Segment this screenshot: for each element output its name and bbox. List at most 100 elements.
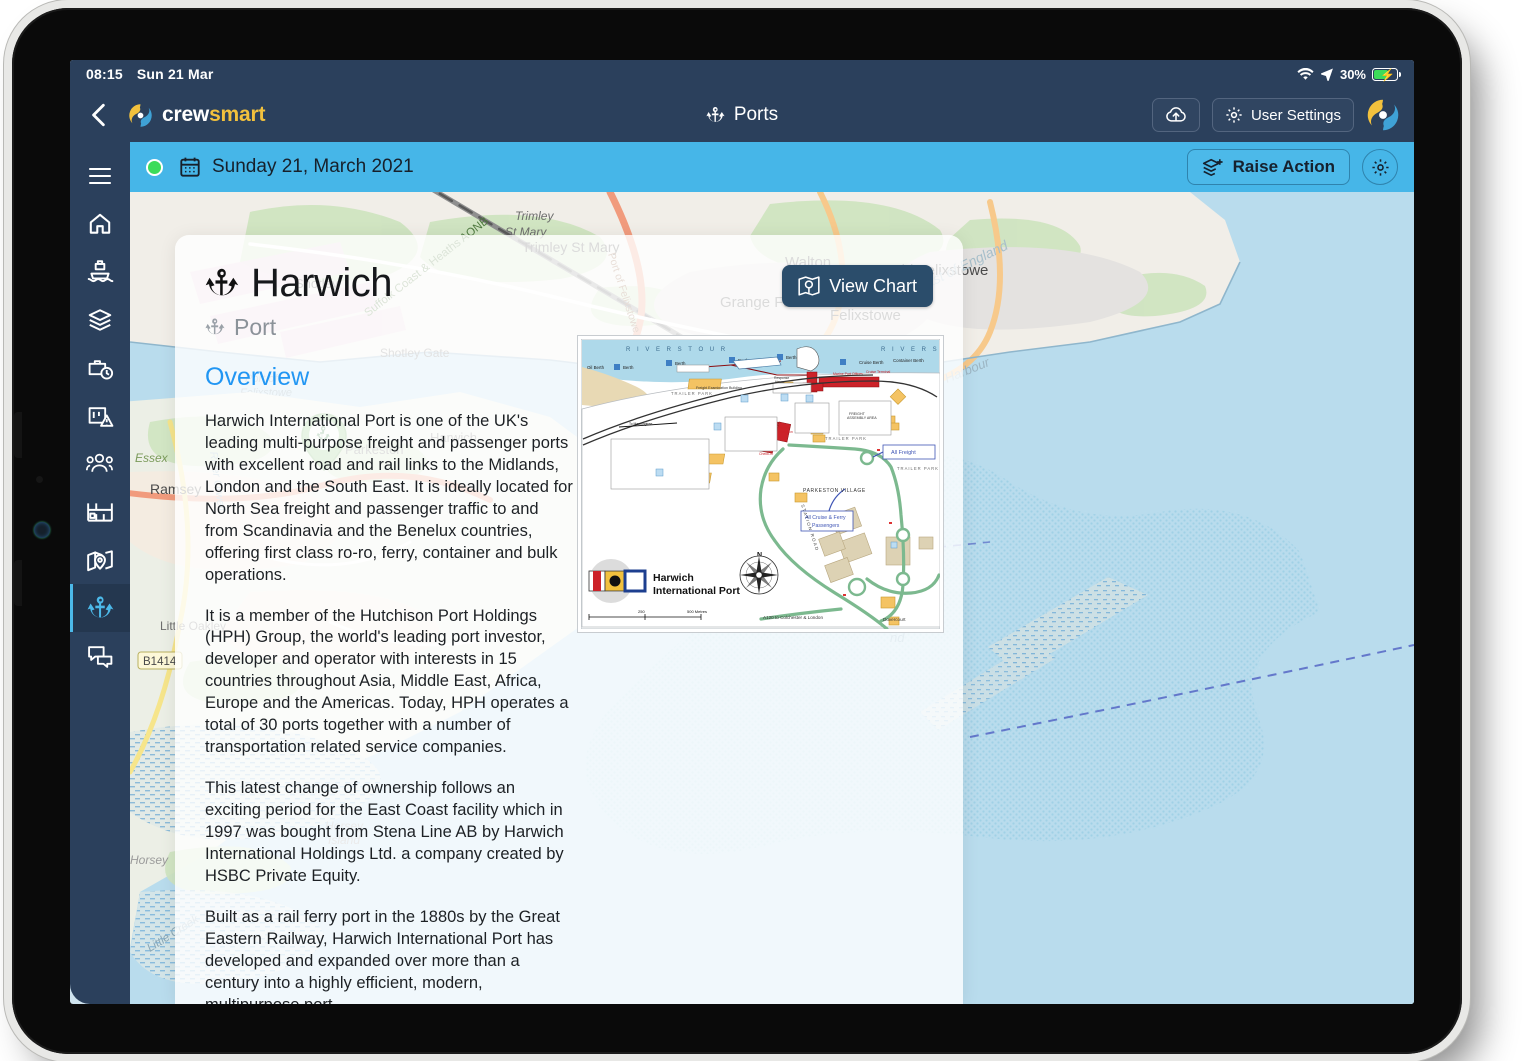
svg-text:Cruise Berth: Cruise Berth bbox=[859, 360, 884, 365]
svg-text:Dovercourt: Dovercourt bbox=[883, 617, 906, 622]
sidebar-item-jobs[interactable] bbox=[70, 344, 130, 392]
svg-text:TRAILER PARK: TRAILER PARK bbox=[825, 436, 867, 441]
sidebar-item-ports[interactable] bbox=[70, 584, 130, 632]
volume-down-button[interactable] bbox=[14, 560, 22, 606]
svg-text:Freight Examination Building: Freight Examination Building bbox=[696, 386, 742, 390]
user-settings-button[interactable]: User Settings bbox=[1211, 98, 1354, 132]
sidebar-item-home[interactable] bbox=[70, 200, 130, 248]
svg-text:Passengers: Passengers bbox=[812, 523, 840, 529]
raise-action-button[interactable]: Raise Action bbox=[1186, 149, 1350, 185]
port-name: Harwich bbox=[251, 261, 392, 305]
svg-text:All Cruise & Ferry: All Cruise & Ferry bbox=[805, 515, 846, 521]
cloud-upload-button[interactable] bbox=[1151, 98, 1200, 132]
sidebar-item-layers[interactable] bbox=[70, 296, 130, 344]
overview-heading: Overview bbox=[205, 363, 310, 391]
port-detail-text-column: Harwich Port Overview Harwich Internatio… bbox=[205, 261, 575, 1004]
tablet-device-frame: Trimley St Mary Trimley St Mary Walton O… bbox=[12, 8, 1462, 1054]
user-settings-label: User Settings bbox=[1250, 106, 1341, 124]
port-schematic-map[interactable]: R I V E R S T O U R R I V E R S T Oil Be… bbox=[577, 335, 944, 633]
svg-text:A120 to Colchester & London: A120 to Colchester & London bbox=[763, 615, 823, 620]
sidebar-item-vessels[interactable] bbox=[70, 248, 130, 296]
people-group-icon bbox=[85, 452, 115, 476]
port-map-title-1: Harwich bbox=[653, 572, 694, 584]
svg-text:500 Metres: 500 Metres bbox=[687, 609, 707, 614]
river-label-right: R I V E R S T bbox=[881, 347, 940, 353]
anchor-icon bbox=[205, 316, 225, 339]
overview-paragraph-4: Built as a rail ferry port in the 1880s … bbox=[205, 907, 560, 1004]
crewsmart-logo-icon bbox=[1367, 99, 1399, 131]
date-bar-actions: Raise Action bbox=[1186, 149, 1398, 185]
board-warning-icon bbox=[87, 404, 114, 429]
svg-text:Essex: Essex bbox=[135, 451, 169, 465]
sidebar-item-incidents[interactable] bbox=[70, 392, 130, 440]
chart-map-icon bbox=[798, 276, 820, 296]
hamburger-menu-icon bbox=[88, 166, 112, 186]
svg-text:PARKESTON VILLAGE: PARKESTON VILLAGE bbox=[803, 488, 866, 494]
status-bar-right: 30% ⚡ bbox=[1297, 67, 1402, 82]
svg-text:TRAILER PARK: TRAILER PARK bbox=[671, 391, 713, 396]
date-bar: Sunday 21, March 2021 Raise Action bbox=[130, 142, 1414, 192]
port-map-title-2: International Port bbox=[653, 585, 740, 597]
cloud-upload-icon bbox=[1165, 106, 1187, 124]
location-arrow-icon bbox=[1320, 68, 1334, 81]
gear-icon bbox=[1225, 106, 1243, 124]
sidebar-item-crew[interactable] bbox=[70, 440, 130, 488]
svg-text:Check-in: Check-in bbox=[759, 452, 773, 456]
raise-action-layers-icon bbox=[1202, 157, 1224, 177]
svg-text:B1414: B1414 bbox=[143, 656, 177, 668]
gear-icon bbox=[1371, 158, 1390, 177]
app-logo-button[interactable] bbox=[1366, 98, 1400, 132]
back-button[interactable] bbox=[84, 100, 114, 130]
overview-paragraph-3: This latest change of ownership follows … bbox=[205, 779, 564, 885]
left-sidebar bbox=[70, 142, 130, 1004]
river-label-left: R I V E R S T O U R bbox=[626, 347, 728, 353]
microphone-icon bbox=[36, 476, 43, 483]
svg-text:Terminal: Terminal bbox=[839, 377, 852, 381]
current-date: Sunday 21, March 2021 bbox=[212, 156, 414, 177]
status-bar-left: 08:15 Sun 21 Mar bbox=[86, 66, 214, 82]
ship-icon bbox=[86, 259, 114, 285]
date-bar-settings-button[interactable] bbox=[1362, 149, 1398, 185]
status-time: 08:15 bbox=[86, 66, 123, 82]
layers-icon bbox=[87, 307, 113, 333]
sidebar-item-menu[interactable] bbox=[70, 152, 130, 200]
svg-text:250: 250 bbox=[638, 609, 645, 614]
page-title: Harwich bbox=[205, 261, 575, 306]
svg-text:TRAILER PARK: TRAILER PARK bbox=[897, 466, 939, 471]
sidebar-item-company[interactable] bbox=[70, 488, 130, 536]
overview-paragraph-1: Harwich International Port is one of the… bbox=[205, 412, 573, 584]
status-date: Sun 21 Mar bbox=[136, 66, 214, 82]
svg-text:Container Berth: Container Berth bbox=[893, 358, 924, 363]
sidebar-item-voyages[interactable] bbox=[70, 536, 130, 584]
view-chart-button[interactable]: View Chart bbox=[782, 265, 933, 307]
top-navigation-bar: crewsmart Ports User Settings bbox=[70, 88, 1414, 142]
building-icon bbox=[86, 500, 114, 524]
svg-text:Horsey: Horsey bbox=[130, 853, 169, 867]
raise-action-label: Raise Action bbox=[1232, 157, 1335, 176]
port-type-label: Port bbox=[234, 314, 277, 340]
top-nav-actions: User Settings bbox=[1151, 98, 1400, 132]
svg-text:Cruise Terminal: Cruise Terminal bbox=[866, 370, 890, 374]
brand-text: crewsmart bbox=[162, 103, 265, 127]
back-chevron-icon bbox=[92, 103, 105, 127]
sidebar-item-messages[interactable] bbox=[70, 632, 130, 680]
anchor-icon bbox=[205, 264, 239, 304]
brand-logo[interactable]: crewsmart bbox=[128, 103, 265, 128]
svg-text:Berth: Berth bbox=[786, 355, 797, 360]
map-pin-icon bbox=[86, 548, 114, 573]
overview-paragraph-2: It is a member of the Hutchison Port Hol… bbox=[205, 606, 569, 757]
volume-up-button[interactable] bbox=[14, 412, 22, 458]
nav-title-text: Ports bbox=[733, 104, 779, 125]
svg-text:Oil Berth: Oil Berth bbox=[587, 365, 605, 370]
port-detail-panel: Harwich Port Overview Harwich Internatio… bbox=[175, 235, 963, 1004]
wifi-icon bbox=[1297, 67, 1314, 81]
anchor-icon bbox=[706, 105, 725, 126]
ios-status-bar: 08:15 Sun 21 Mar 30% ⚡ bbox=[70, 60, 1414, 88]
calendar-icon bbox=[179, 156, 201, 178]
status-indicator-dot bbox=[146, 158, 163, 176]
tablet-screen: Trimley St Mary Trimley St Mary Walton O… bbox=[70, 60, 1414, 1004]
view-chart-label: View Chart bbox=[829, 275, 917, 296]
chat-bubbles-icon bbox=[87, 644, 114, 668]
anchor-icon bbox=[87, 594, 114, 623]
front-camera-icon bbox=[34, 522, 50, 538]
